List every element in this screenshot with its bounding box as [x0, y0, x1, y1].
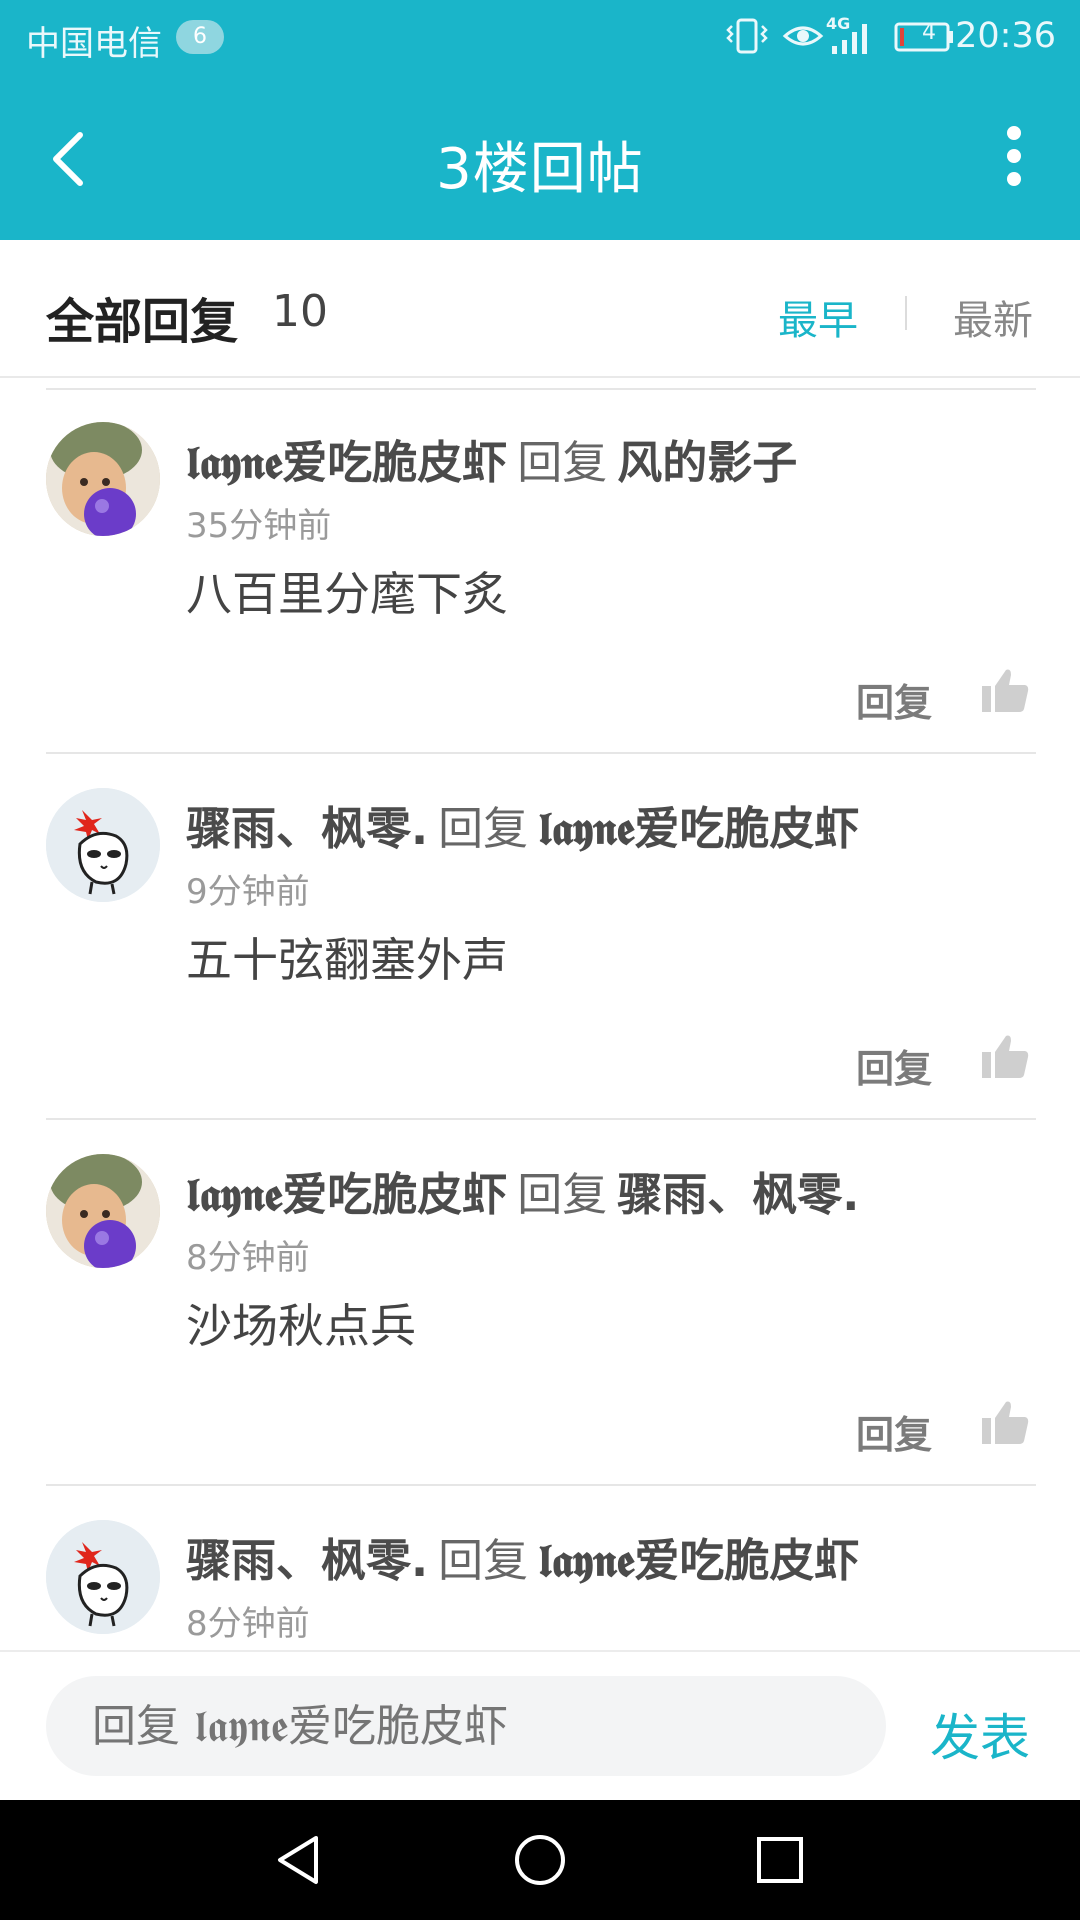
avatar[interactable]	[46, 1154, 160, 1268]
reply-to-username[interactable]: 风的影子	[617, 436, 797, 489]
reply-header: 全部回复 10 最早 最新	[0, 240, 1080, 378]
reply-to-username[interactable]: 𝖑𝖆𝖞𝖓𝖊爱吃脆皮虾	[538, 1534, 859, 1587]
reply-content: 沙场秋点兵	[186, 1299, 416, 1353]
more-vertical-icon[interactable]	[1006, 126, 1022, 186]
kid-avatar-image	[46, 422, 160, 536]
thumbs-up-icon[interactable]	[980, 1032, 1030, 1082]
avatar[interactable]	[46, 422, 160, 536]
reply-button[interactable]: 回复	[856, 1038, 932, 1093]
username-link[interactable]: 骤雨、枫零.	[186, 802, 428, 855]
kid-avatar-image	[46, 1154, 160, 1268]
username-link[interactable]: 骤雨、枫零.	[186, 1534, 428, 1587]
doodle-avatar-image	[46, 788, 160, 902]
reply-time: 9分钟前	[186, 872, 310, 912]
reply-to-username[interactable]: 𝖑𝖆𝖞𝖓𝖊爱吃脆皮虾	[538, 802, 859, 855]
home-circle-icon[interactable]	[510, 1830, 570, 1890]
reply-input[interactable]	[46, 1676, 886, 1776]
app-bar: 3楼回帖	[0, 74, 1080, 240]
reply-item: 骤雨、枫零. 回复 𝖑𝖆𝖞𝖓𝖊爱吃脆皮虾 8分钟前	[0, 1486, 1080, 1650]
reply-meta: 𝖑𝖆𝖞𝖓𝖊爱吃脆皮虾 回复 风的影子	[186, 426, 797, 491]
thumbs-up-icon[interactable]	[980, 666, 1030, 716]
reply-item: 骤雨、枫零. 回复 𝖑𝖆𝖞𝖓𝖊爱吃脆皮虾 9分钟前 五十弦翻塞外声 回复	[0, 754, 1080, 1120]
vibrate-icon	[726, 18, 768, 54]
system-nav-bar	[0, 1800, 1080, 1920]
send-button[interactable]: 发表	[930, 1698, 1030, 1770]
reply-word: 回复	[438, 802, 529, 855]
all-replies-title: 全部回复	[46, 294, 239, 350]
signal-icon	[832, 24, 867, 54]
recents-square-icon[interactable]	[750, 1830, 810, 1890]
clock: 20:36	[955, 16, 1056, 56]
reply-word: 回复	[517, 436, 608, 489]
reply-content: 八百里分麾下炙	[186, 567, 508, 621]
reply-composer: 发表	[0, 1650, 1080, 1802]
reply-word: 回复	[517, 1168, 608, 1221]
reply-count: 10	[272, 286, 328, 337]
avatar[interactable]	[46, 788, 160, 902]
reply-meta: 骤雨、枫零. 回复 𝖑𝖆𝖞𝖓𝖊爱吃脆皮虾	[186, 1524, 859, 1589]
reply-button[interactable]: 回复	[856, 1404, 932, 1459]
reply-to-username[interactable]: 骤雨、枫零.	[617, 1168, 859, 1221]
sort-earliest-button[interactable]: 最早	[778, 288, 858, 346]
battery-level: 4	[922, 20, 936, 45]
doodle-avatar-image	[46, 1520, 160, 1634]
page-title: 3楼回帖	[436, 137, 644, 202]
username-link[interactable]: 𝖑𝖆𝖞𝖓𝖊爱吃脆皮虾	[186, 1168, 507, 1221]
reply-item: 𝖑𝖆𝖞𝖓𝖊爱吃脆皮虾 回复 风的影子 35分钟前 八百里分麾下炙 回复	[0, 388, 1080, 754]
reply-button[interactable]: 回复	[856, 672, 932, 727]
reply-time: 8分钟前	[186, 1238, 310, 1278]
username-link[interactable]: 𝖑𝖆𝖞𝖓𝖊爱吃脆皮虾	[186, 436, 507, 489]
sort-divider	[905, 296, 907, 330]
avatar[interactable]	[46, 1520, 160, 1634]
reply-meta: 𝖑𝖆𝖞𝖓𝖊爱吃脆皮虾 回复 骤雨、枫零.	[186, 1158, 859, 1223]
reply-list[interactable]: 𝖑𝖆𝖞𝖓𝖊爱吃脆皮虾 回复 风的影子 35分钟前 八百里分麾下炙 回复 骤雨、枫零.…	[0, 388, 1080, 1650]
status-bar: 中国电信 6 4G 4 20:36	[0, 0, 1080, 74]
reply-time: 35分钟前	[186, 506, 332, 546]
carrier-badge: 6	[176, 20, 224, 54]
sort-newest-button[interactable]: 最新	[953, 288, 1033, 346]
carrier-name: 中国电信	[26, 24, 162, 64]
reply-item: 𝖑𝖆𝖞𝖓𝖊爱吃脆皮虾 回复 骤雨、枫零. 8分钟前 沙场秋点兵 回复	[0, 1120, 1080, 1486]
back-triangle-icon[interactable]	[270, 1830, 330, 1890]
reply-content: 五十弦翻塞外声	[186, 933, 508, 987]
reply-meta: 骤雨、枫零. 回复 𝖑𝖆𝖞𝖓𝖊爱吃脆皮虾	[186, 792, 859, 857]
thumbs-up-icon[interactable]	[980, 1398, 1030, 1448]
reply-word: 回复	[438, 1534, 529, 1587]
eye-comfort-icon	[782, 26, 824, 46]
reply-time: 8分钟前	[186, 1604, 310, 1644]
